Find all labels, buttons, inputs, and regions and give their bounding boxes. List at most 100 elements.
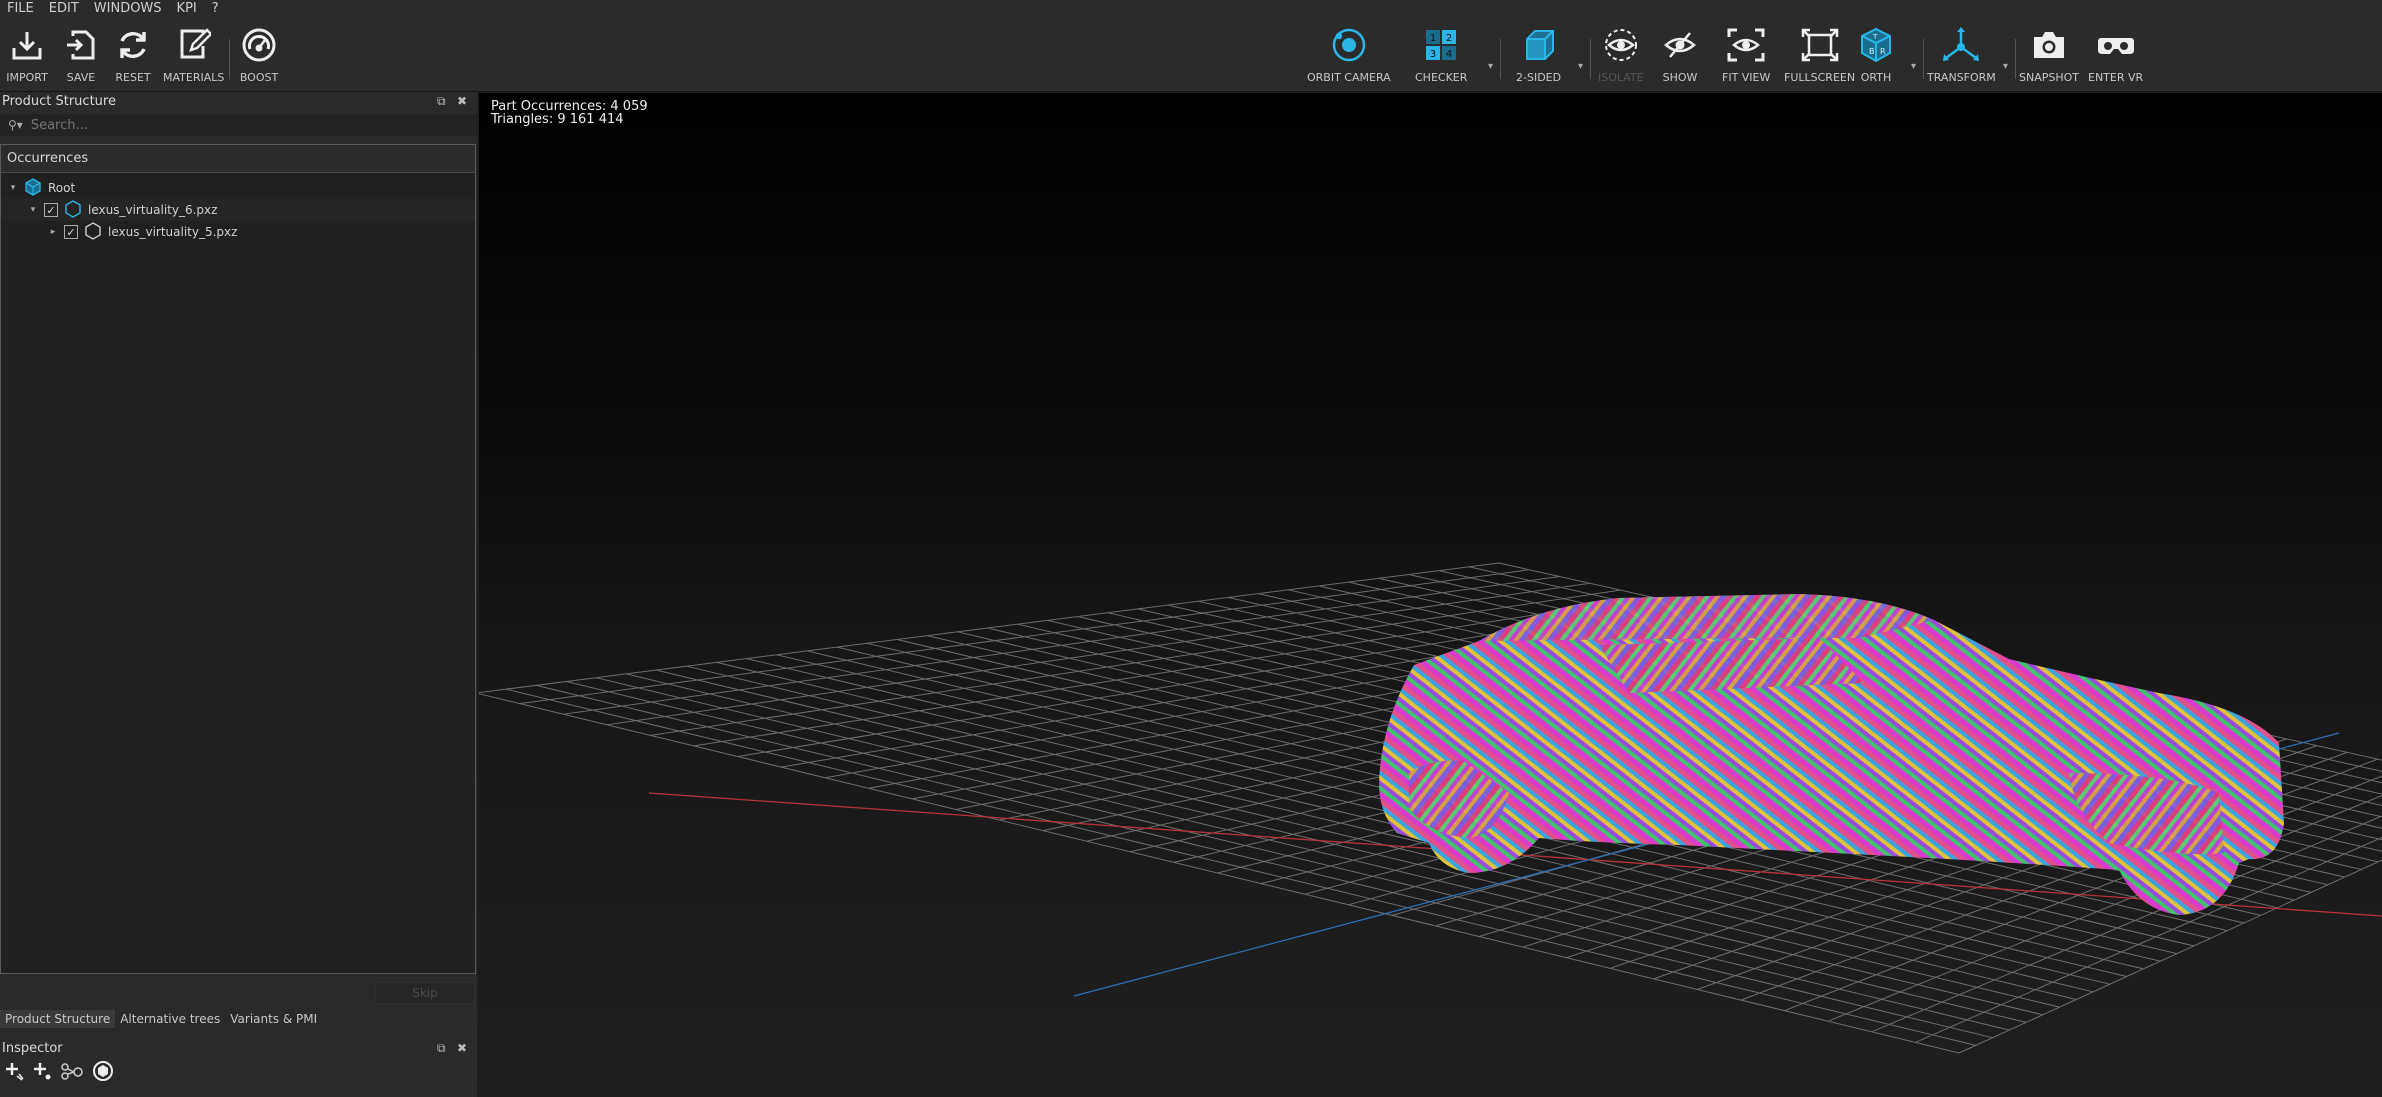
materials-button[interactable]: MATERIALS (163, 25, 224, 84)
materials-icon (173, 25, 215, 65)
two-sided-icon (1518, 25, 1560, 65)
add-property-icon[interactable] (32, 1061, 52, 1081)
link-nodes-icon[interactable] (60, 1061, 84, 1081)
inspector-toolbar (4, 1060, 114, 1082)
two-sided-button[interactable]: 2-SIDED (1516, 25, 1561, 84)
show-button[interactable]: SHOW (1659, 25, 1701, 84)
tree-row-lexus-5[interactable]: ▸ ✓ lexus_virtuality_5.pxz (1, 221, 475, 243)
isolate-label: ISOLATE (1598, 71, 1644, 84)
import-button[interactable]: IMPORT (6, 25, 48, 84)
menu-bar: FILE EDIT WINDOWS KPI ? (0, 0, 2382, 17)
menu-kpi[interactable]: KPI (170, 1, 205, 16)
close-icon[interactable]: ✖ (457, 1039, 467, 1058)
3d-viewport[interactable]: Part Occurrences: 4 059 Triangles: 9 161… (479, 93, 2382, 1097)
tab-product-structure[interactable]: Product Structure (0, 1010, 116, 1028)
occurrences-tree: Occurrences ▾ Root ▾ ✓ lexus_virtuality_… (0, 144, 476, 974)
undock-icon[interactable]: ⧉ (437, 1039, 446, 1058)
import-label: IMPORT (6, 71, 48, 84)
assembly-hex-icon (84, 221, 102, 243)
toolbar: IMPORT SAVE RESET MATERIALS BOOST ORBIT … (0, 17, 2382, 92)
tree-row-lexus-6[interactable]: ▾ ✓ lexus_virtuality_6.pxz (1, 199, 475, 221)
orbit-camera-icon (1328, 25, 1370, 65)
orbit-camera-label: ORBIT CAMERA (1307, 71, 1391, 84)
toolbar-separator (2015, 39, 2016, 79)
toolbar-separator (229, 39, 230, 79)
two-sided-label: 2-SIDED (1516, 71, 1562, 84)
fullscreen-button[interactable]: FULLSCREEN (1784, 25, 1855, 84)
materials-label: MATERIALS (163, 71, 225, 84)
close-icon[interactable]: ✖ (457, 92, 467, 111)
orth-icon: BRT (1855, 25, 1897, 65)
svg-text:B: B (1869, 47, 1875, 56)
tree-row-root[interactable]: ▾ Root (1, 177, 475, 199)
isolate-button[interactable]: ISOLATE (1598, 25, 1644, 84)
undock-icon[interactable]: ⧉ (437, 92, 446, 111)
checker-digit-2: 2 (1446, 33, 1452, 44)
orth-label: ORTH (1860, 71, 1892, 84)
orbit-camera-button[interactable]: ORBIT CAMERA (1307, 25, 1391, 84)
import-icon (6, 25, 48, 65)
tab-variants-pmi[interactable]: Variants & PMI (225, 1010, 322, 1028)
add-component-icon[interactable] (4, 1061, 24, 1081)
car-model (1379, 594, 2284, 915)
scene-stats: Part Occurrences: 4 059 Triangles: 9 161… (491, 100, 648, 126)
occurrences-header: Occurrences (1, 145, 475, 173)
save-button[interactable]: SAVE (60, 25, 102, 84)
tab-alternative-trees[interactable]: Alternative trees (115, 1010, 225, 1028)
fullscreen-label: FULLSCREEN (1784, 71, 1856, 84)
orth-button[interactable]: BRT ORTH (1855, 25, 1897, 84)
expand-arrow-icon[interactable]: ▾ (8, 183, 18, 193)
show-label: SHOW (1662, 71, 1698, 84)
product-structure-header: Product Structure ⧉ ✖ (0, 92, 477, 111)
reset-button[interactable]: RESET (112, 25, 154, 84)
scene-canvas (479, 562, 2382, 1054)
checker-icon: 1 2 3 4 (1420, 25, 1462, 65)
orth-dropdown-icon[interactable]: ▾ (1911, 61, 1916, 72)
triangles-count: Triangles: 9 161 414 (491, 112, 624, 127)
assembly-hex-icon (64, 199, 82, 221)
menu-help[interactable]: ? (205, 1, 227, 16)
menu-windows[interactable]: WINDOWS (87, 1, 170, 16)
checker-digit-3: 3 (1430, 49, 1436, 60)
boost-label: BOOST (239, 71, 279, 84)
tree-label: lexus_virtuality_6.pxz (88, 203, 218, 217)
toolbar-separator (1500, 39, 1501, 79)
checker-button[interactable]: 1 2 3 4 CHECKER (1415, 25, 1467, 84)
enter-vr-button[interactable]: ENTER VR (2088, 25, 2143, 84)
visibility-checkbox[interactable]: ✓ (64, 225, 78, 239)
checker-digit-4: 4 (1446, 49, 1452, 60)
snapshot-button[interactable]: SNAPSHOT (2019, 25, 2079, 84)
two-sided-dropdown-icon[interactable]: ▾ (1578, 61, 1583, 72)
isolate-icon (1600, 25, 1642, 65)
boost-button[interactable]: BOOST (238, 25, 280, 84)
vr-icon (2095, 25, 2137, 65)
search-bar: ⚲▾ (0, 114, 477, 136)
fullscreen-icon (1799, 25, 1841, 65)
transform-dropdown-icon[interactable]: ▾ (2003, 61, 2008, 72)
save-icon (60, 25, 102, 65)
enter-vr-label: ENTER VR (2088, 71, 2144, 84)
reset-label: RESET (115, 71, 151, 84)
boost-icon (238, 25, 280, 65)
skip-button[interactable]: Skip (375, 982, 475, 1004)
menu-edit[interactable]: EDIT (42, 1, 87, 16)
fit-view-label: FIT VIEW (1722, 71, 1771, 84)
menu-file[interactable]: FILE (0, 1, 42, 16)
tree-label: lexus_virtuality_5.pxz (108, 225, 238, 239)
expand-arrow-icon[interactable]: ▾ (28, 205, 38, 215)
tree-label: Root (48, 181, 76, 195)
svg-text:R: R (1880, 47, 1886, 56)
search-input[interactable] (30, 117, 431, 133)
checker-dropdown-icon[interactable]: ▾ (1488, 61, 1493, 72)
search-icon[interactable]: ⚲▾ (8, 118, 23, 132)
visibility-checkbox[interactable]: ✓ (44, 203, 58, 217)
show-icon (1659, 25, 1701, 65)
fit-view-button[interactable]: FIT VIEW (1722, 25, 1770, 84)
left-panel: Product Structure ⧉ ✖ ⚲▾ Occurrences ▾ R… (0, 92, 477, 1097)
toolbar-separator (1590, 39, 1591, 79)
expand-arrow-icon[interactable]: ▸ (48, 227, 58, 237)
inspector-title: Inspector (2, 1041, 63, 1056)
checker-digit-1: 1 (1430, 33, 1436, 44)
transform-button[interactable]: TRANSFORM (1927, 25, 1996, 84)
settings-badge-icon[interactable] (92, 1060, 114, 1082)
